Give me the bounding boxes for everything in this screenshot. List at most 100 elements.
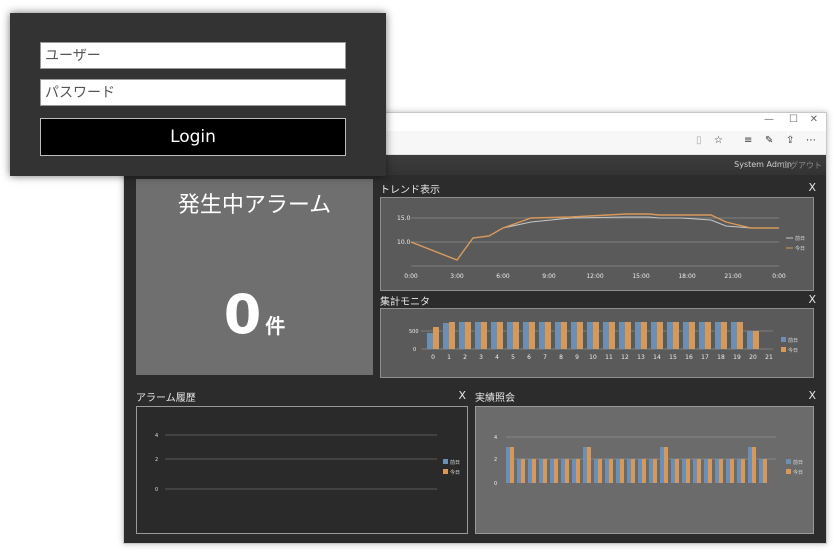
- monitor-panel-header: 集計モニタ X: [380, 293, 820, 308]
- svg-text:1: 1: [447, 354, 451, 361]
- history-panel-header: アラーム履歴 X: [136, 389, 470, 404]
- history-chart-panel: 4 2 0 前日 今日: [136, 406, 468, 534]
- svg-text:9:00: 9:00: [542, 273, 556, 280]
- svg-text:2: 2: [155, 457, 158, 463]
- history-chart: 4 2 0 前日 今日: [155, 433, 460, 493]
- svg-text:13: 13: [637, 354, 645, 361]
- svg-text:17: 17: [701, 354, 709, 361]
- svg-text:0: 0: [413, 347, 416, 353]
- svg-text:8: 8: [559, 354, 563, 361]
- monitor-chart: 0123 4567 8 9 10 11 12 13 14 15 16 17 18 19 20 21 …: [409, 322, 798, 361]
- trend-line-today: [410, 213, 779, 261]
- svg-text:0: 0: [431, 354, 435, 361]
- svg-text:今日: 今日: [795, 245, 805, 252]
- alarm-title: 発生中アラーム: [177, 193, 332, 218]
- svg-text:前日: 前日: [450, 459, 460, 466]
- svg-text:6: 6: [527, 354, 531, 361]
- svg-text:前日: 前日: [795, 235, 805, 242]
- svg-text:19: 19: [733, 354, 741, 361]
- svg-text:10.0: 10.0: [397, 239, 411, 246]
- minimize-icon[interactable]: —: [764, 114, 774, 125]
- svg-text:21: 21: [765, 354, 773, 361]
- svg-text:2: 2: [463, 354, 467, 361]
- results-chart-panel: 4 2 0 前日 今日: [475, 406, 814, 534]
- maximize-icon[interactable]: ☐: [789, 114, 798, 125]
- results-panel-title: 実績照会: [475, 393, 515, 404]
- history-ytick-labels: 4 2 0: [155, 433, 158, 493]
- svg-text:前日: 前日: [793, 459, 803, 466]
- browser-window: — ☐ ✕ ▯ ☆ ≡ ✎ ⇪ ⋯ System Admin ログアウト 発生中…: [123, 112, 827, 544]
- login-dialog: Login: [10, 13, 386, 176]
- svg-text:今日: 今日: [793, 469, 803, 476]
- history-panel-title: アラーム履歴: [136, 393, 196, 404]
- results-bars: [506, 447, 767, 483]
- svg-text:0: 0: [155, 487, 158, 493]
- share-icon[interactable]: ⇪: [786, 135, 794, 146]
- results-chart: 4 2 0 前日 今日: [494, 435, 803, 487]
- trend-panel-header: トレンド表示 X: [380, 181, 820, 196]
- favorite-star-icon[interactable]: ☆: [714, 135, 723, 146]
- trend-xtick-labels: 0:00 3:00 6:00 9:00 12:00 15:00 18:00 21…: [404, 273, 786, 280]
- password-input[interactable]: [40, 79, 346, 106]
- active-alarm-tile[interactable]: 発生中アラーム 0件: [136, 179, 373, 375]
- trend-chart: 15.0 10.0 0:00 3:00 6:00 9:00 12:00 15:0…: [397, 213, 805, 280]
- results-close-button[interactable]: X: [808, 389, 816, 402]
- dashboard: System Admin ログアウト 発生中アラーム 0件 トレンド表示 X 1…: [124, 155, 826, 543]
- svg-text:5: 5: [511, 354, 515, 361]
- history-close-button[interactable]: X: [458, 389, 466, 402]
- monitor-ytick-labels: 500 0: [409, 329, 419, 353]
- monitor-xtick-labels: 0123 4567 8 9 10 11 12 13 14 15 16 17 18 19 20 21: [431, 354, 773, 361]
- trend-panel-title: トレンド表示: [380, 185, 440, 196]
- username-input[interactable]: [40, 42, 346, 69]
- svg-text:3: 3: [479, 354, 483, 361]
- svg-text:今日: 今日: [788, 347, 798, 354]
- svg-text:15: 15: [669, 354, 677, 361]
- more-icon[interactable]: ⋯: [806, 135, 816, 146]
- results-legend: 前日 今日: [786, 459, 803, 476]
- svg-text:6:00: 6:00: [496, 273, 510, 280]
- favorites-list-icon[interactable]: ≡: [744, 135, 752, 146]
- svg-text:12: 12: [621, 354, 629, 361]
- svg-text:3:00: 3:00: [450, 273, 464, 280]
- svg-text:11: 11: [605, 354, 613, 361]
- svg-text:前日: 前日: [788, 337, 798, 344]
- reading-view-icon[interactable]: ▯: [696, 135, 702, 146]
- svg-text:9: 9: [575, 354, 579, 361]
- svg-text:500: 500: [409, 329, 419, 335]
- svg-text:4: 4: [494, 435, 497, 441]
- svg-text:20: 20: [749, 354, 757, 361]
- svg-text:16: 16: [685, 354, 693, 361]
- monitor-close-button[interactable]: X: [808, 293, 816, 306]
- svg-text:14: 14: [653, 354, 661, 361]
- svg-text:0:00: 0:00: [404, 273, 418, 280]
- trend-close-button[interactable]: X: [808, 181, 816, 194]
- trend-chart-panel: 15.0 10.0 0:00 3:00 6:00 9:00 12:00 15:0…: [380, 197, 814, 291]
- pen-icon[interactable]: ✎: [765, 135, 773, 146]
- login-button[interactable]: Login: [40, 118, 346, 156]
- alarm-unit: 件: [265, 314, 286, 338]
- trend-line-yesterday: [410, 216, 779, 261]
- monitor-legend: 前日 今日: [781, 337, 798, 354]
- svg-text:2: 2: [494, 457, 497, 463]
- svg-text:0:00: 0:00: [772, 273, 786, 280]
- results-panel-header: 実績照会 X: [475, 389, 820, 404]
- svg-text:18:00: 18:00: [678, 273, 695, 280]
- trend-ytick-labels: 15.0 10.0: [397, 215, 411, 246]
- trend-legend: 前日 今日: [786, 235, 805, 252]
- monitor-chart-panel: 0123 4567 8 9 10 11 12 13 14 15 16 17 18 19 20 21 …: [380, 308, 814, 378]
- svg-text:15:00: 15:00: [632, 273, 649, 280]
- close-icon[interactable]: ✕: [810, 114, 818, 125]
- svg-text:4: 4: [155, 433, 158, 439]
- svg-text:10: 10: [589, 354, 597, 361]
- alarm-count: 0: [223, 283, 262, 346]
- monitor-bars: [427, 322, 759, 349]
- logout-link[interactable]: ログアウト: [782, 160, 822, 171]
- svg-text:今日: 今日: [450, 469, 460, 476]
- svg-text:7: 7: [543, 354, 547, 361]
- svg-text:12:00: 12:00: [586, 273, 603, 280]
- svg-text:4: 4: [495, 354, 499, 361]
- monitor-panel-title: 集計モニタ: [380, 297, 430, 308]
- results-ytick-labels: 4 2 0: [494, 435, 497, 487]
- svg-text:0: 0: [494, 481, 497, 487]
- alarm-count-display: 0件: [136, 283, 373, 346]
